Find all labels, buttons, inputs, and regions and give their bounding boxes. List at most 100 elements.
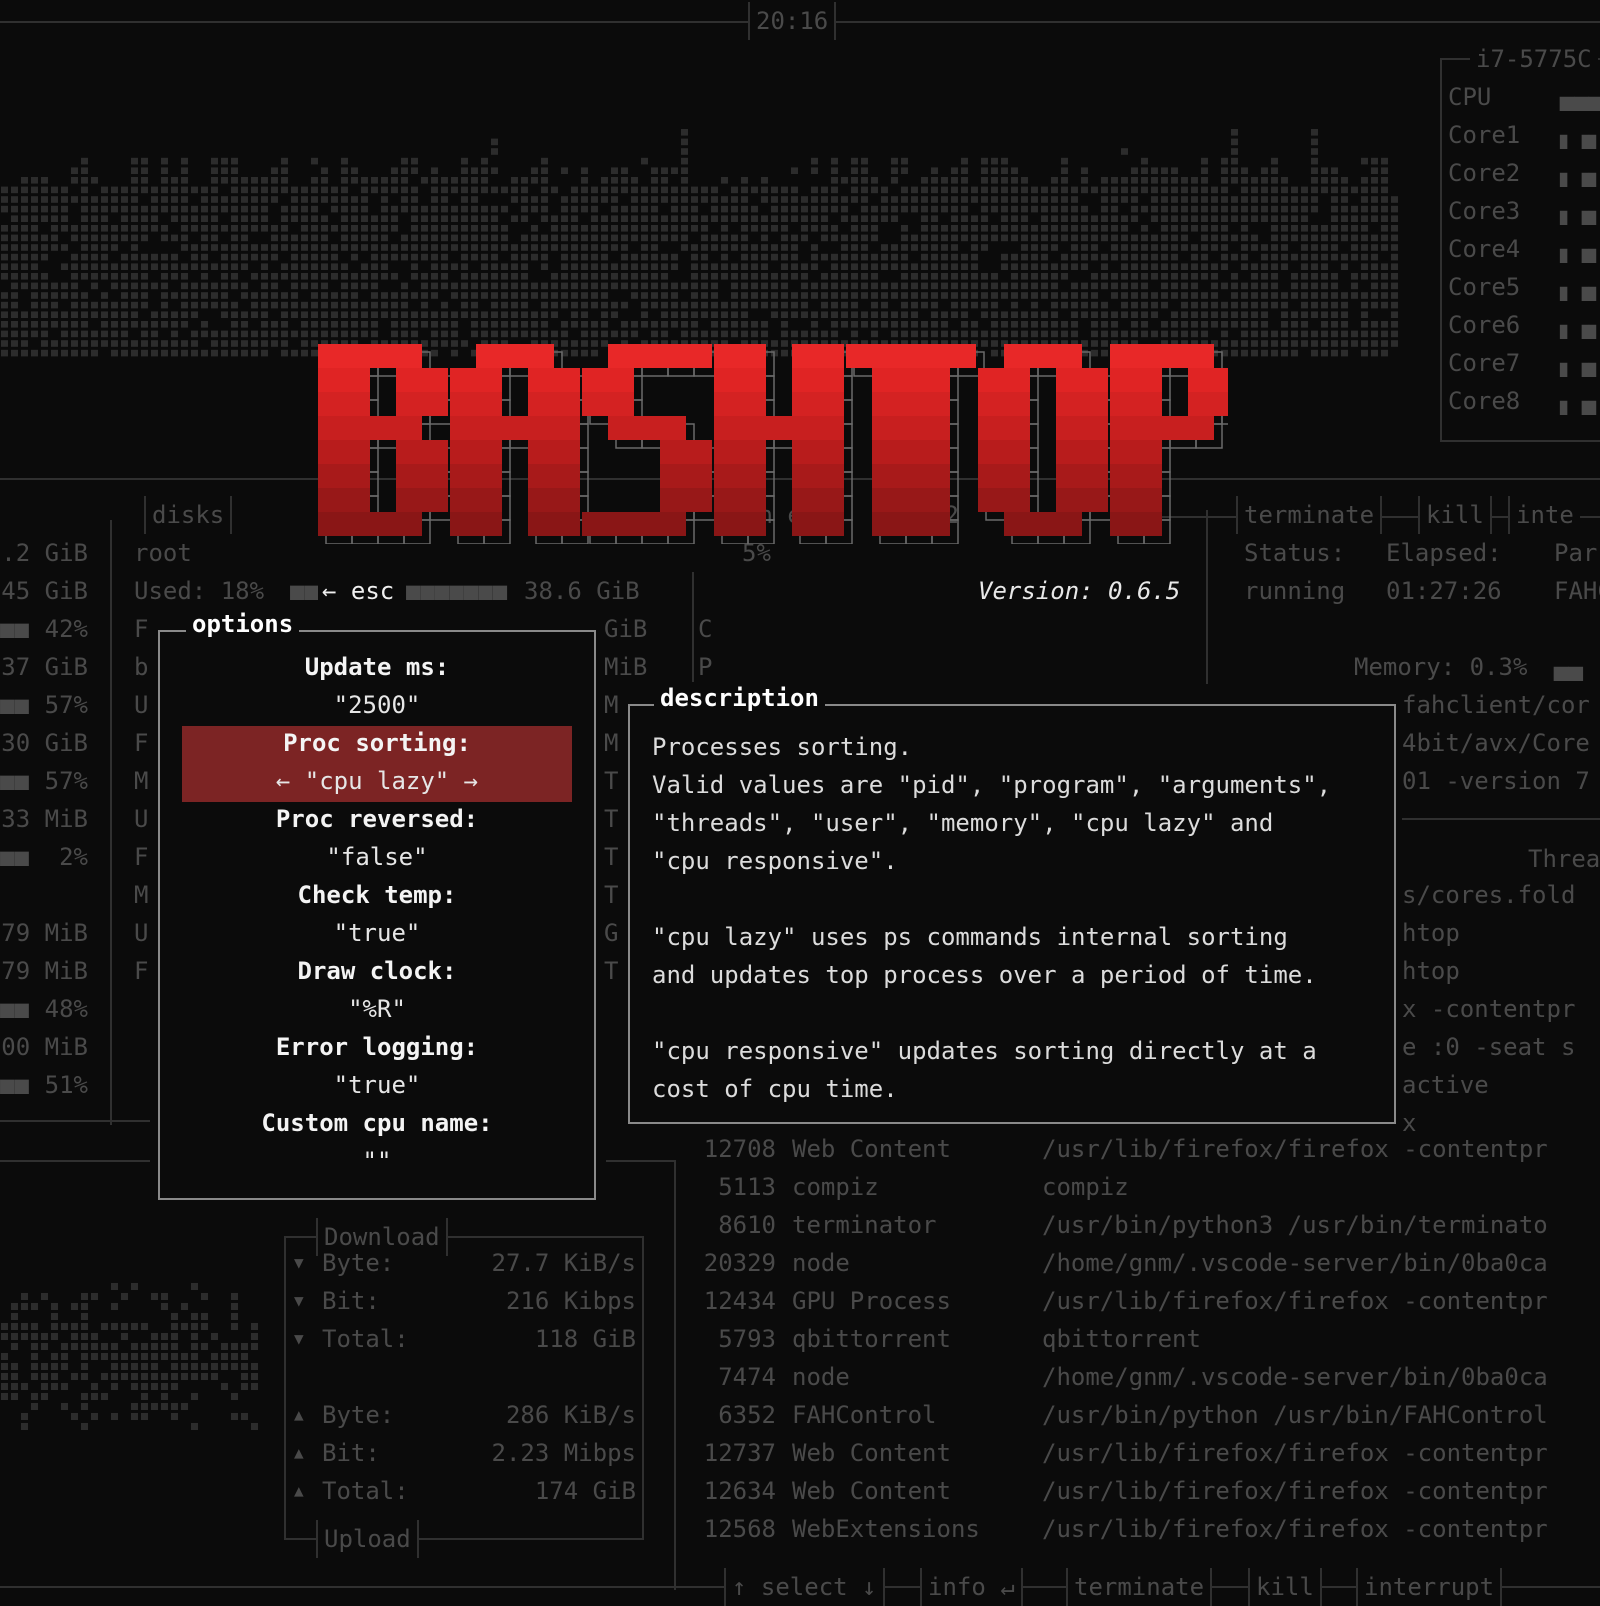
- process-program[interactable]: terminator: [792, 1206, 937, 1244]
- process-cmd[interactable]: /usr/lib/firefox/firefox -contentpr: [1042, 1472, 1548, 1510]
- process-program[interactable]: WebExtensions: [792, 1510, 980, 1548]
- cpu-graph-cell: [851, 330, 858, 338]
- cpu-graph-cell: [841, 321, 848, 328]
- process-cmd[interactable]: /usr/lib/firefox/firefox -contentpr: [1042, 1130, 1548, 1168]
- process-cmd[interactable]: /usr/lib/firefox/firefox -contentpr: [1042, 1282, 1548, 1320]
- cpu-graph-cell: [1121, 234, 1128, 242]
- terminate-button[interactable]: terminate: [1066, 1568, 1213, 1606]
- cpu-graph-cell: [91, 311, 98, 318]
- option-value[interactable]: "true": [160, 914, 594, 952]
- cpu-graph-cell: [1221, 177, 1228, 184]
- interrupt-button-top[interactable]: inte: [1508, 496, 1580, 534]
- process-cmd[interactable]: qbittorrent: [1042, 1320, 1201, 1358]
- option-name[interactable]: Proc sorting:: [160, 724, 594, 762]
- cpu-graph-cell: [1101, 253, 1108, 261]
- option-name[interactable]: Proc reversed:: [160, 800, 594, 838]
- process-cmd[interactable]: compiz: [1042, 1168, 1129, 1206]
- process-program[interactable]: compiz: [792, 1168, 879, 1206]
- cpu-graph-cell: [651, 244, 658, 251]
- cpu-graph-cell: [1371, 273, 1378, 280]
- cpu-graph-cell: [21, 244, 28, 251]
- process-pid[interactable]: 12634: [700, 1472, 776, 1510]
- option-name[interactable]: Update ms:: [160, 648, 594, 686]
- option-name[interactable]: Check temp:: [160, 876, 594, 914]
- process-cmd[interactable]: /home/gnm/.vscode-server/bin/0ba0ca: [1042, 1244, 1548, 1282]
- upload-arrow-icon: ▲: [294, 1481, 304, 1500]
- cpu-graph-cell: [1031, 244, 1038, 251]
- process-program[interactable]: Web Content: [792, 1472, 951, 1510]
- kill-button[interactable]: kill: [1248, 1568, 1322, 1606]
- cpu-graph-cell: [781, 263, 788, 270]
- cpu-graph-cell: [371, 186, 378, 194]
- logo-block: [1082, 488, 1108, 512]
- process-pid[interactable]: 12737: [700, 1434, 776, 1472]
- process-pid[interactable]: 6352: [700, 1396, 776, 1434]
- option-name[interactable]: Draw clock:: [160, 952, 594, 990]
- cpu-graph-cell: [491, 225, 498, 232]
- logo-block: [1004, 488, 1030, 512]
- process-cmd[interactable]: /usr/bin/python3 /usr/bin/terminato: [1042, 1206, 1548, 1244]
- cpu-graph-cell: [861, 157, 868, 165]
- process-program[interactable]: node: [792, 1358, 850, 1396]
- select-button[interactable]: ↑ select ↓: [724, 1568, 885, 1606]
- cpu-graph-cell: [631, 196, 638, 203]
- cpu-graph-cell: [471, 253, 478, 261]
- cpu-graph-cell: [881, 205, 888, 213]
- option-value[interactable]: "%R": [160, 990, 594, 1028]
- interrupt-button[interactable]: interrupt: [1356, 1568, 1503, 1606]
- net-graph-cell: [161, 1383, 168, 1390]
- process-program[interactable]: qbittorrent: [792, 1320, 951, 1358]
- cpu-graph-cell: [511, 282, 518, 290]
- cpu-graph-cell: [831, 330, 838, 338]
- net-graph-cell: [141, 1363, 148, 1370]
- option-value[interactable]: "true": [160, 1066, 594, 1104]
- process-pid[interactable]: 5113: [700, 1168, 776, 1206]
- option-value[interactable]: "": [160, 1142, 594, 1180]
- process-program[interactable]: Web Content: [792, 1130, 951, 1168]
- process-pid[interactable]: 12708: [700, 1130, 776, 1168]
- option-name[interactable]: Custom cpu name:: [160, 1104, 594, 1142]
- cpu-graph-cell: [321, 186, 328, 194]
- process-pid[interactable]: 8610: [700, 1206, 776, 1244]
- option-name[interactable]: Error logging:: [160, 1028, 594, 1066]
- cpu-graph-cell: [781, 282, 788, 290]
- cpu-graph-cell: [1281, 225, 1288, 232]
- logo-block: [476, 440, 502, 464]
- cpu-graph-cell: [721, 321, 728, 328]
- cpu-graph-cell: [621, 282, 628, 290]
- process-cmd[interactable]: /usr/bin/python /usr/bin/FAHControl: [1042, 1396, 1548, 1434]
- cpu-graph-cell: [771, 311, 778, 318]
- process-pid[interactable]: 12568: [700, 1510, 776, 1548]
- option-value[interactable]: "2500": [160, 686, 594, 724]
- kill-button-top[interactable]: kill: [1418, 496, 1492, 534]
- cpu-graph-cell: [1141, 167, 1148, 174]
- process-pid[interactable]: 5793: [700, 1320, 776, 1358]
- option-value[interactable]: ← "cpu lazy" →: [160, 762, 594, 800]
- process-pid[interactable]: 7474: [700, 1358, 776, 1396]
- cpu-graph-cell: [961, 157, 968, 165]
- net-graph-cell: [21, 1383, 28, 1390]
- process-program[interactable]: GPU Process: [792, 1282, 951, 1320]
- process-cmd[interactable]: /usr/lib/firefox/firefox -contentpr: [1042, 1434, 1548, 1472]
- info-button[interactable]: info ↵: [920, 1568, 1023, 1606]
- process-cmd[interactable]: /usr/lib/firefox/firefox -contentpr: [1042, 1510, 1548, 1548]
- process-cmd[interactable]: /home/gnm/.vscode-server/bin/0ba0ca: [1042, 1358, 1548, 1396]
- cpu-graph-cell: [1241, 205, 1248, 213]
- process-program[interactable]: Web Content: [792, 1434, 951, 1472]
- terminate-button-top[interactable]: terminate: [1236, 496, 1383, 534]
- esc-button[interactable]: ← esc: [318, 572, 399, 610]
- cpu-graph-cell: [141, 215, 148, 222]
- option-value[interactable]: "false": [160, 838, 594, 876]
- cpu-graph-cell: [381, 311, 388, 318]
- process-program[interactable]: FAHControl: [792, 1396, 937, 1434]
- process-program[interactable]: node: [792, 1244, 850, 1282]
- cpu-graph-cell: [1181, 196, 1188, 203]
- cpu-graph-cell: [281, 263, 288, 270]
- process-pid[interactable]: 20329: [700, 1244, 776, 1282]
- cpu-graph-cell: [1221, 234, 1228, 242]
- logo-block: [714, 488, 740, 512]
- cpu-graph-cell: [251, 311, 258, 318]
- net-graph-cell: [171, 1403, 178, 1410]
- process-pid[interactable]: 12434: [700, 1282, 776, 1320]
- cpu-graph-cell: [251, 301, 258, 309]
